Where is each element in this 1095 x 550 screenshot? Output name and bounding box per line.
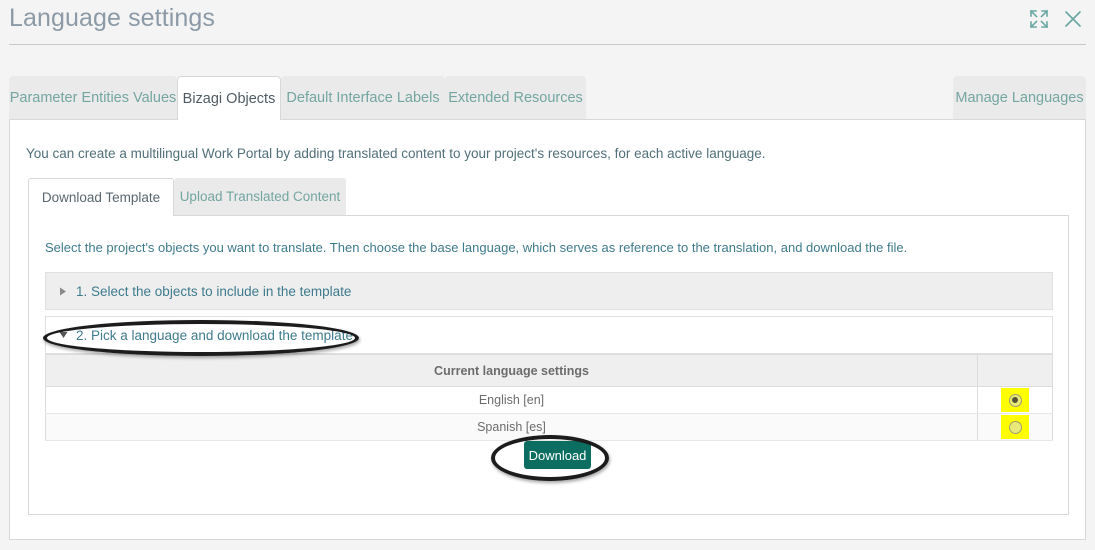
tab-parameter-entities-values[interactable]: Parameter Entities Values [9,76,177,119]
language-radio-cell[interactable] [977,413,1053,441]
main-tab-bar: Parameter Entities Values Bizagi Objects… [0,76,1095,120]
accordion-label: 2. Pick a language and download the temp… [76,327,353,343]
highlight-box [1001,388,1029,412]
radio-button-english[interactable] [1008,393,1022,407]
window-header: Language settings [0,0,1095,45]
tab-label: Parameter Entities Values [9,89,177,106]
expand-arrows-icon[interactable] [1028,8,1050,30]
language-name-cell: English [en] [45,386,978,414]
tab-label: Download Template [41,190,161,205]
accordion-select-objects[interactable]: 1. Select the objects to include in the … [45,272,1053,310]
radio-dot [1012,397,1018,403]
table-row[interactable]: English [en] [45,386,1053,414]
tab-default-interface-labels[interactable]: Default Interface Labels [281,76,445,119]
page-title: Language settings [9,4,216,32]
tab-label: Extended Resources [448,89,583,106]
close-icon[interactable] [1062,8,1084,30]
intro-text: You can create a multilingual Work Porta… [26,146,766,161]
download-button[interactable]: Download [524,441,591,469]
language-radio-cell[interactable] [977,386,1053,414]
chevron-right-icon [50,287,76,296]
chevron-down-icon [50,331,76,339]
tab-label: Upload Translated Content [179,189,341,204]
highlight-box [1001,415,1029,439]
tab-manage-languages[interactable]: Manage Languages [953,76,1086,119]
tab-download-template[interactable]: Download Template [28,178,174,216]
tab-bizagi-objects[interactable]: Bizagi Objects [177,76,281,120]
tab-extended-resources[interactable]: Extended Resources [445,76,586,119]
tab-label: Manage Languages [955,89,1084,106]
header-divider [9,44,1086,45]
language-table: Current language settings English [en] S… [45,354,1053,441]
language-name-cell: Spanish [es] [45,413,978,441]
radio-button-spanish[interactable] [1008,420,1022,434]
column-header-current-language-settings: Current language settings [45,354,978,387]
content-panel: You can create a multilingual Work Porta… [9,119,1086,540]
table-header-row: Current language settings [45,354,1053,387]
tab-label: Bizagi Objects [182,90,276,107]
instruction-text: Select the project's objects you want to… [45,240,908,255]
tab-upload-translated-content[interactable]: Upload Translated Content [174,178,346,215]
column-header-select [977,354,1053,387]
download-template-panel: Select the project's objects you want to… [28,215,1069,515]
accordion-label: 1. Select the objects to include in the … [76,283,352,299]
tab-label: Default Interface Labels [286,89,440,106]
accordion-pick-language[interactable]: 2. Pick a language and download the temp… [45,316,1053,354]
table-row[interactable]: Spanish [es] [45,413,1053,441]
